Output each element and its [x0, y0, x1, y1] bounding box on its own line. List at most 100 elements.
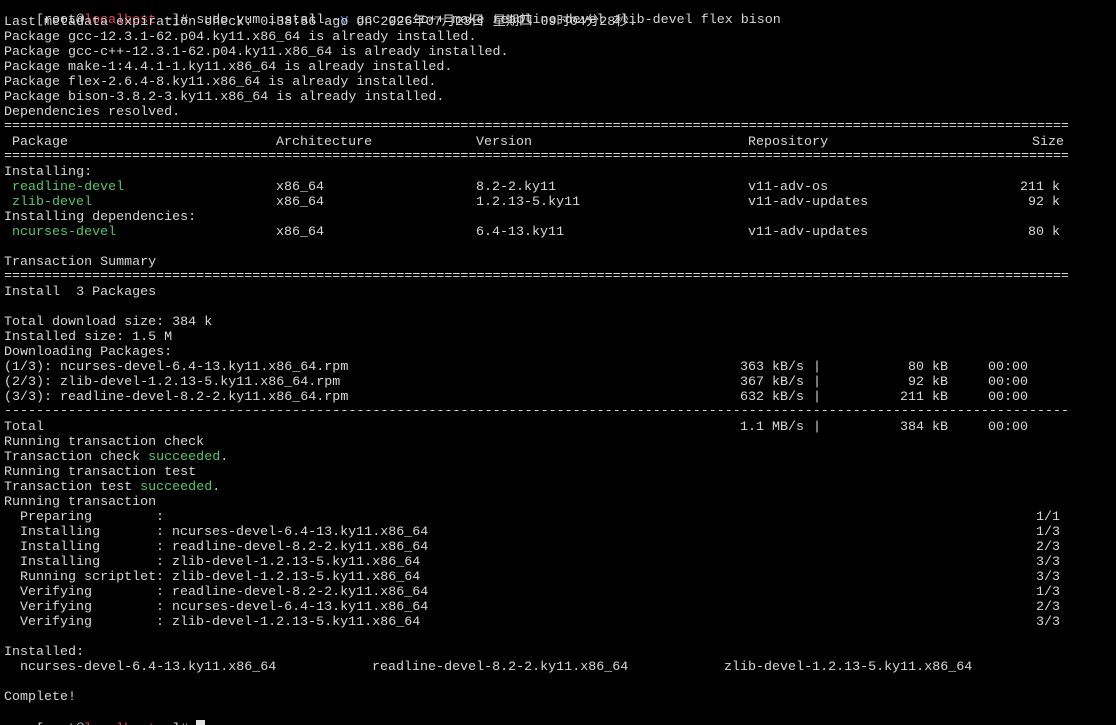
command-line: [root@localhost ~]# sudo yum install -y …	[4, 0, 781, 28]
check-prefix: Transaction check	[4, 450, 149, 465]
col-header-package: Package	[12, 135, 69, 150]
download-speed: 367 kB/s	[739, 375, 804, 390]
installed-heading: Installed:	[4, 645, 85, 660]
step-separator: :	[156, 615, 165, 630]
step-count: 1/3	[1035, 525, 1060, 540]
col-header-size: Size	[1031, 135, 1064, 150]
step-action: Verifying	[20, 600, 93, 615]
col-header-version: Version	[476, 135, 533, 150]
installed-size-line: Installed size: 1.5 M	[4, 330, 173, 345]
step-count: 1/3	[1035, 585, 1060, 600]
table-header-row: Package Architecture Version Repository …	[4, 135, 1064, 150]
col-header-repository: Repository	[748, 135, 829, 150]
transaction-summary-heading: Transaction Summary	[4, 255, 157, 270]
download-size: 211 kB	[899, 390, 948, 405]
step-package: zlib-devel-1.2.13-5.ky11.x86_64	[172, 570, 421, 585]
step-separator: :	[156, 540, 165, 555]
step-action: Installing	[20, 540, 101, 555]
double-rule: ========================================…	[4, 272, 1068, 282]
test-succeeded: succeeded	[140, 480, 213, 495]
check-result-line: Transaction check succeeded.	[4, 450, 228, 465]
download-file: (1/3): ncurses-devel-6.4-13.ky11.x86_64.…	[4, 360, 349, 375]
row-size: 80 k	[1027, 225, 1060, 240]
test-suffix: .	[212, 480, 221, 495]
step-package: ncurses-devel-6.4-13.ky11.x86_64	[172, 600, 429, 615]
step-count: 3/3	[1035, 615, 1060, 630]
step-package: ncurses-devel-6.4-13.ky11.x86_64	[172, 525, 429, 540]
table-row: zlib-devel x86_64 1.2.13-5.ky11 v11-adv-…	[4, 195, 1060, 210]
double-rule: ========================================…	[4, 152, 1068, 162]
step-row: Verifying : ncurses-devel-6.4-13.ky11.x8…	[4, 600, 1060, 615]
row-repo: v11-adv-updates	[748, 225, 869, 240]
row-version: 6.4-13.ky11	[476, 225, 565, 240]
installed-package: zlib-devel-1.2.13-5.ky11.x86_64	[724, 660, 973, 675]
step-row: Installing : ncurses-devel-6.4-13.ky11.x…	[4, 525, 1060, 540]
row-package-name: readline-devel	[12, 180, 125, 195]
final-prompt-line[interactable]: [root@localhost ~]#	[4, 705, 206, 725]
installing-deps-heading: Installing dependencies:	[4, 210, 197, 225]
step-action: Installing	[20, 555, 101, 570]
download-size: 92 kB	[907, 375, 948, 390]
already-installed-line: Package flex-2.6.4-8.ky11.x86_64 is alre…	[4, 75, 437, 90]
download-total-row: Total 1.1 MB/s | 384 kB 00:00	[4, 420, 1034, 435]
install-count-line: Install 3 Packages	[4, 285, 157, 300]
step-count: 3/3	[1035, 555, 1060, 570]
step-separator: :	[156, 570, 165, 585]
step-package: readline-devel-8.2-2.ky11.x86_64	[172, 540, 429, 555]
step-separator: :	[156, 585, 165, 600]
running-transaction-line: Running transaction	[4, 495, 157, 510]
already-installed-line: Package gcc-12.3.1-62.p04.ky11.x86_64 is…	[4, 30, 477, 45]
running-test-line: Running transaction test	[4, 465, 197, 480]
step-count: 3/3	[1035, 570, 1060, 585]
step-row: Installing : readline-devel-8.2-2.ky11.x…	[4, 540, 1060, 555]
test-result-line: Transaction test succeeded.	[4, 480, 220, 495]
download-row: (1/3): ncurses-devel-6.4-13.ky11.x86_64.…	[4, 360, 1034, 375]
download-separator: |	[813, 360, 822, 375]
step-count: 1/1	[1035, 510, 1060, 525]
step-row: Verifying : zlib-devel-1.2.13-5.ky11.x86…	[4, 615, 1060, 630]
test-prefix: Transaction test	[4, 480, 141, 495]
text-cursor[interactable]	[196, 720, 206, 725]
step-action: Installing	[20, 525, 101, 540]
step-count: 2/3	[1035, 600, 1060, 615]
running-check-line: Running transaction check	[4, 435, 205, 450]
row-size: 92 k	[1027, 195, 1060, 210]
step-package: zlib-devel-1.2.13-5.ky11.x86_64	[172, 615, 421, 630]
step-action: Verifying	[20, 585, 93, 600]
step-action: Preparing	[20, 510, 93, 525]
total-download-line: Total download size: 384 k	[4, 315, 213, 330]
col-header-architecture: Architecture	[276, 135, 373, 150]
installed-package: ncurses-devel-6.4-13.ky11.x86_64	[20, 660, 277, 675]
already-installed-line: Package gcc-c++-12.3.1-62.p04.ky11.x86_6…	[4, 45, 509, 60]
double-rule: ========================================…	[4, 122, 1068, 132]
total-speed: 1.1 MB/s	[739, 420, 804, 435]
download-row: (2/3): zlib-devel-1.2.13-5.ky11.x86_64.r…	[4, 375, 1034, 390]
download-speed: 632 kB/s	[739, 390, 804, 405]
step-separator: :	[156, 600, 165, 615]
download-speed: 363 kB/s	[739, 360, 804, 375]
table-row: ncurses-devel x86_64 6.4-13.ky11 v11-adv…	[4, 225, 1060, 240]
metadata-line: Last metadata expiration check: 0:38:56 …	[4, 15, 637, 30]
download-time: 00:00	[987, 390, 1028, 405]
download-separator: |	[813, 375, 822, 390]
download-file: (2/3): zlib-devel-1.2.13-5.ky11.x86_64.r…	[4, 375, 341, 390]
step-separator: :	[156, 525, 165, 540]
step-row: Installing : zlib-devel-1.2.13-5.ky11.x8…	[4, 555, 1060, 570]
terminal-window[interactable]: [root@localhost ~]# sudo yum install -y …	[0, 0, 1116, 725]
row-arch: x86_64	[276, 195, 325, 210]
download-file: (3/3): readline-devel-8.2-2.ky11.x86_64.…	[4, 390, 349, 405]
dashed-rule: ----------------------------------------…	[4, 407, 1068, 417]
complete-line: Complete!	[4, 690, 77, 705]
table-row: readline-devel x86_64 8.2-2.ky11 v11-adv…	[4, 180, 1060, 195]
download-time: 00:00	[987, 375, 1028, 390]
row-package-name: ncurses-devel	[12, 225, 117, 240]
download-size: 80 kB	[907, 360, 948, 375]
step-row: Verifying : readline-devel-8.2-2.ky11.x8…	[4, 585, 1060, 600]
already-installed-line: Package bison-3.8.2-3.ky11.x86_64 is alr…	[4, 90, 445, 105]
installed-package: readline-devel-8.2-2.ky11.x86_64	[372, 660, 629, 675]
total-separator: |	[813, 420, 822, 435]
step-package: zlib-devel-1.2.13-5.ky11.x86_64	[172, 555, 421, 570]
row-package-name: zlib-devel	[12, 195, 93, 210]
installed-packages-row: ncurses-devel-6.4-13.ky11.x86_64 readlin…	[4, 660, 1064, 675]
total-size: 384 kB	[899, 420, 948, 435]
